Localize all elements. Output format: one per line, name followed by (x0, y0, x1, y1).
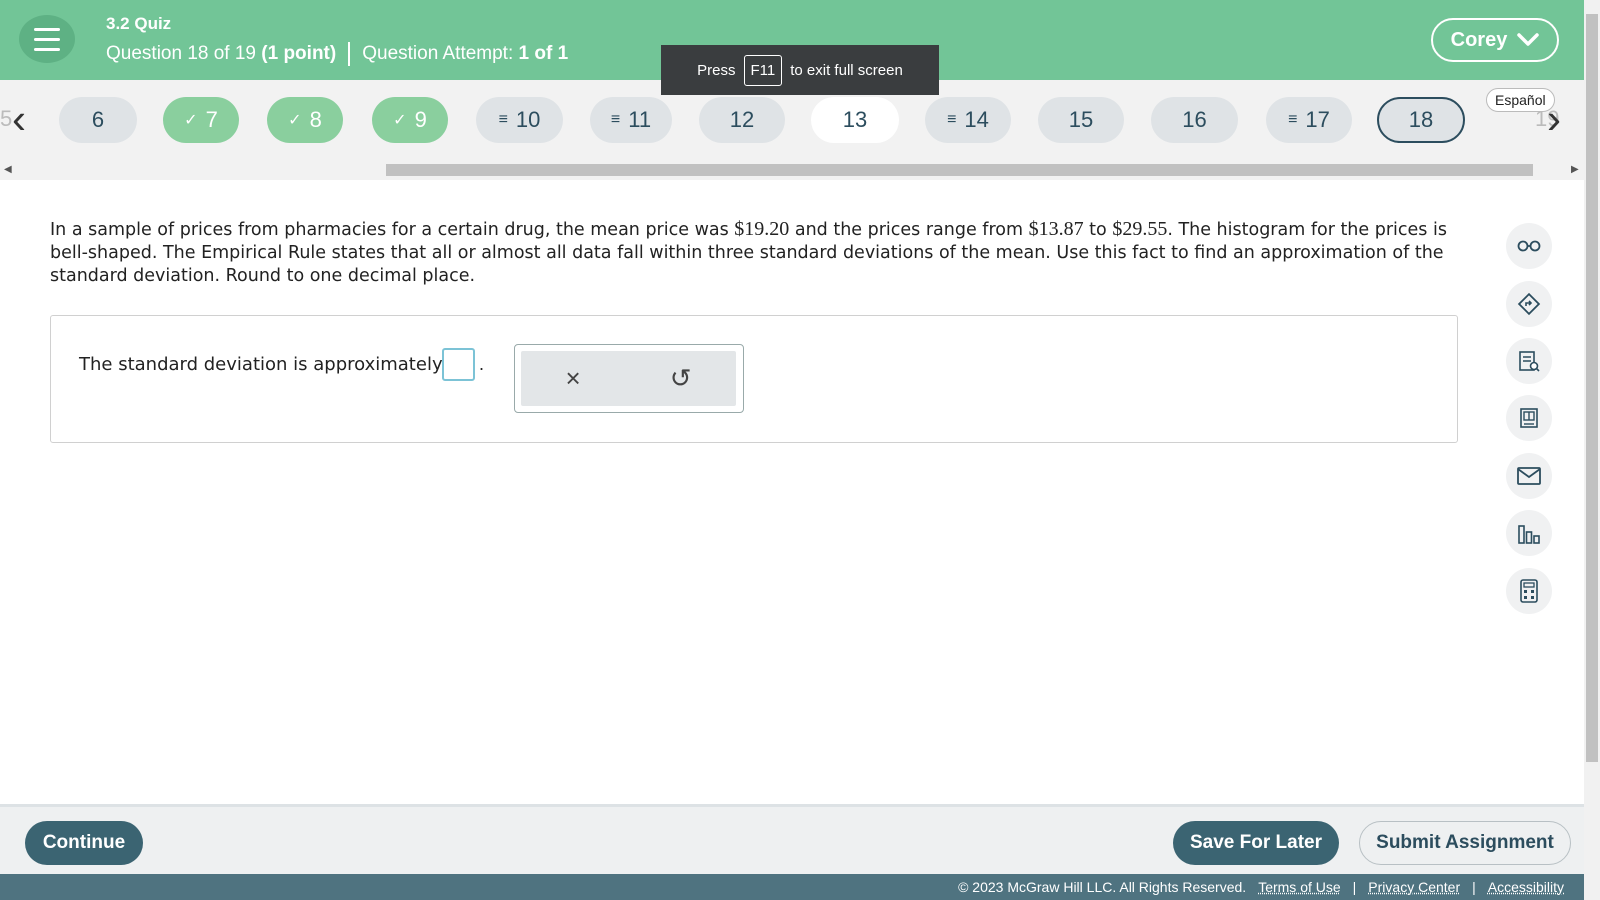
question-part: In a sample of prices from pharmacies fo… (50, 220, 735, 240)
question-number: 12 (729, 107, 755, 132)
attempt-value: 1 of 1 (518, 43, 569, 64)
check-icon: ✓ (288, 112, 302, 129)
fullscreen-toast: Press F11 to exit full screen (661, 45, 939, 95)
check-icon: ✓ (393, 112, 407, 129)
question-nav-8[interactable]: ✓ 8 (267, 97, 343, 143)
question-nav-16[interactable]: 16 (1151, 97, 1238, 143)
undo-icon[interactable]: ↺ (670, 363, 692, 394)
question-number: 18 (1408, 107, 1434, 132)
copyright-text: © 2023 McGraw Hill LLC. All Rights Reser… (958, 879, 1247, 895)
answer-prompt: The standard deviation is approximately (79, 354, 443, 375)
submit-assignment-button[interactable]: Submit Assignment (1359, 821, 1571, 865)
check-icon: ✓ (184, 112, 198, 129)
bar-chart-icon (1518, 525, 1540, 544)
hamburger-menu-button[interactable] (19, 15, 75, 63)
points-label: (1 point) (261, 43, 337, 64)
toast-message: to exit full screen (790, 61, 903, 79)
question-nav-9[interactable]: ✓ 9 (372, 97, 448, 143)
question-number: 10 (515, 107, 541, 132)
max-value: $29.55 (1112, 218, 1168, 240)
prev-partial-number: 5 (0, 106, 13, 131)
user-menu-button[interactable]: Corey (1431, 18, 1559, 62)
question-nav-10[interactable]: ≡ 10 (476, 97, 563, 143)
question-nav-13[interactable]: 13 (811, 97, 899, 143)
menu-icon-line (34, 47, 60, 51)
scroll-right-arrow-icon[interactable]: ▶ (1571, 164, 1579, 175)
partial-icon: ≡ (610, 111, 621, 128)
user-name: Corey (1450, 28, 1508, 51)
question-nav-11[interactable]: ≡ 11 (590, 97, 672, 143)
question-number: 13 (842, 107, 868, 132)
continue-button[interactable]: Continue (25, 821, 143, 865)
question-text: In a sample of prices from pharmacies fo… (50, 218, 1450, 288)
question-nav-17[interactable]: ≡ 17 (1266, 97, 1352, 143)
terms-link[interactable]: Terms of Use (1258, 879, 1340, 895)
question-number: 15 (1068, 107, 1094, 132)
question-nav-6[interactable]: 6 (59, 97, 137, 143)
question-number: 11 (628, 107, 652, 132)
link-divider: | (1352, 879, 1357, 895)
question-nav-12[interactable]: 12 (699, 97, 785, 143)
nav-scroll-thumb[interactable] (386, 164, 1533, 176)
checklist-icon (1519, 351, 1540, 372)
min-value: $13.87 (1028, 218, 1084, 240)
question-nav-7[interactable]: ✓ 7 (163, 97, 239, 143)
footer-bar (0, 804, 1584, 874)
question-info: Question 18 of 19 (1 point) Question Att… (106, 42, 568, 66)
question-nav-18[interactable]: 18 (1377, 97, 1465, 143)
answer-suffix: . (479, 354, 485, 374)
privacy-link[interactable]: Privacy Center (1368, 879, 1460, 895)
message-button[interactable] (1506, 453, 1552, 499)
accessibility-link[interactable]: Accessibility (1488, 879, 1564, 895)
page-scroll-thumb[interactable] (1586, 14, 1598, 762)
calculator-icon (1520, 579, 1538, 603)
statistics-button[interactable] (1506, 510, 1552, 556)
menu-icon-line (34, 37, 60, 41)
glasses-icon (1517, 240, 1541, 252)
partial-icon: ≡ (947, 111, 957, 128)
question-number: 17 (1305, 107, 1330, 132)
chevron-down-icon (1517, 33, 1540, 46)
question-number: 8 (309, 107, 322, 132)
question-part: and the prices range from (789, 220, 1029, 240)
question-nav-14[interactable]: ≡ 14 (925, 97, 1011, 143)
question-label: Question 18 of 19 (106, 43, 256, 64)
mail-icon (1517, 467, 1541, 485)
divider (348, 42, 351, 66)
copyright-bar: © 2023 McGraw Hill LLC. All Rights Reser… (0, 874, 1584, 900)
hint-icon (1517, 292, 1541, 316)
answer-tools: × ↺ (521, 351, 736, 406)
toast-press: Press (697, 61, 736, 79)
scroll-left-arrow-icon[interactable]: ◀ (4, 164, 12, 175)
quiz-title: 3.2 Quiz (106, 14, 172, 33)
question-number: 14 (964, 107, 989, 132)
language-toggle[interactable]: Español (1486, 88, 1555, 112)
partial-icon: ≡ (1288, 111, 1298, 128)
toast-key: F11 (743, 54, 783, 86)
link-divider: | (1472, 879, 1476, 895)
menu-icon-line (34, 27, 60, 31)
ebook-icon (1520, 408, 1538, 428)
question-number: 9 (414, 107, 427, 132)
answer-box (50, 315, 1458, 443)
question-part: to (1083, 220, 1113, 240)
save-for-later-button[interactable]: Save For Later (1173, 821, 1339, 865)
hint-button[interactable] (1506, 281, 1552, 327)
mean-value: $19.20 (734, 218, 790, 240)
clear-icon[interactable]: × (566, 363, 581, 394)
nav-prev-icon[interactable]: ‹ (12, 98, 26, 140)
question-number: 6 (91, 107, 105, 132)
calculator-button[interactable] (1506, 568, 1552, 614)
partial-icon: ≡ (498, 111, 508, 128)
attempt-label: Question Attempt: (362, 43, 514, 64)
question-number: 7 (205, 107, 218, 132)
answer-input[interactable] (442, 348, 475, 381)
question-nav-15[interactable]: 15 (1038, 97, 1124, 143)
question-number: 16 (1182, 107, 1207, 132)
resources-button[interactable] (1506, 338, 1552, 384)
read-aloud-button[interactable] (1506, 223, 1552, 269)
ebook-button[interactable] (1506, 395, 1552, 441)
